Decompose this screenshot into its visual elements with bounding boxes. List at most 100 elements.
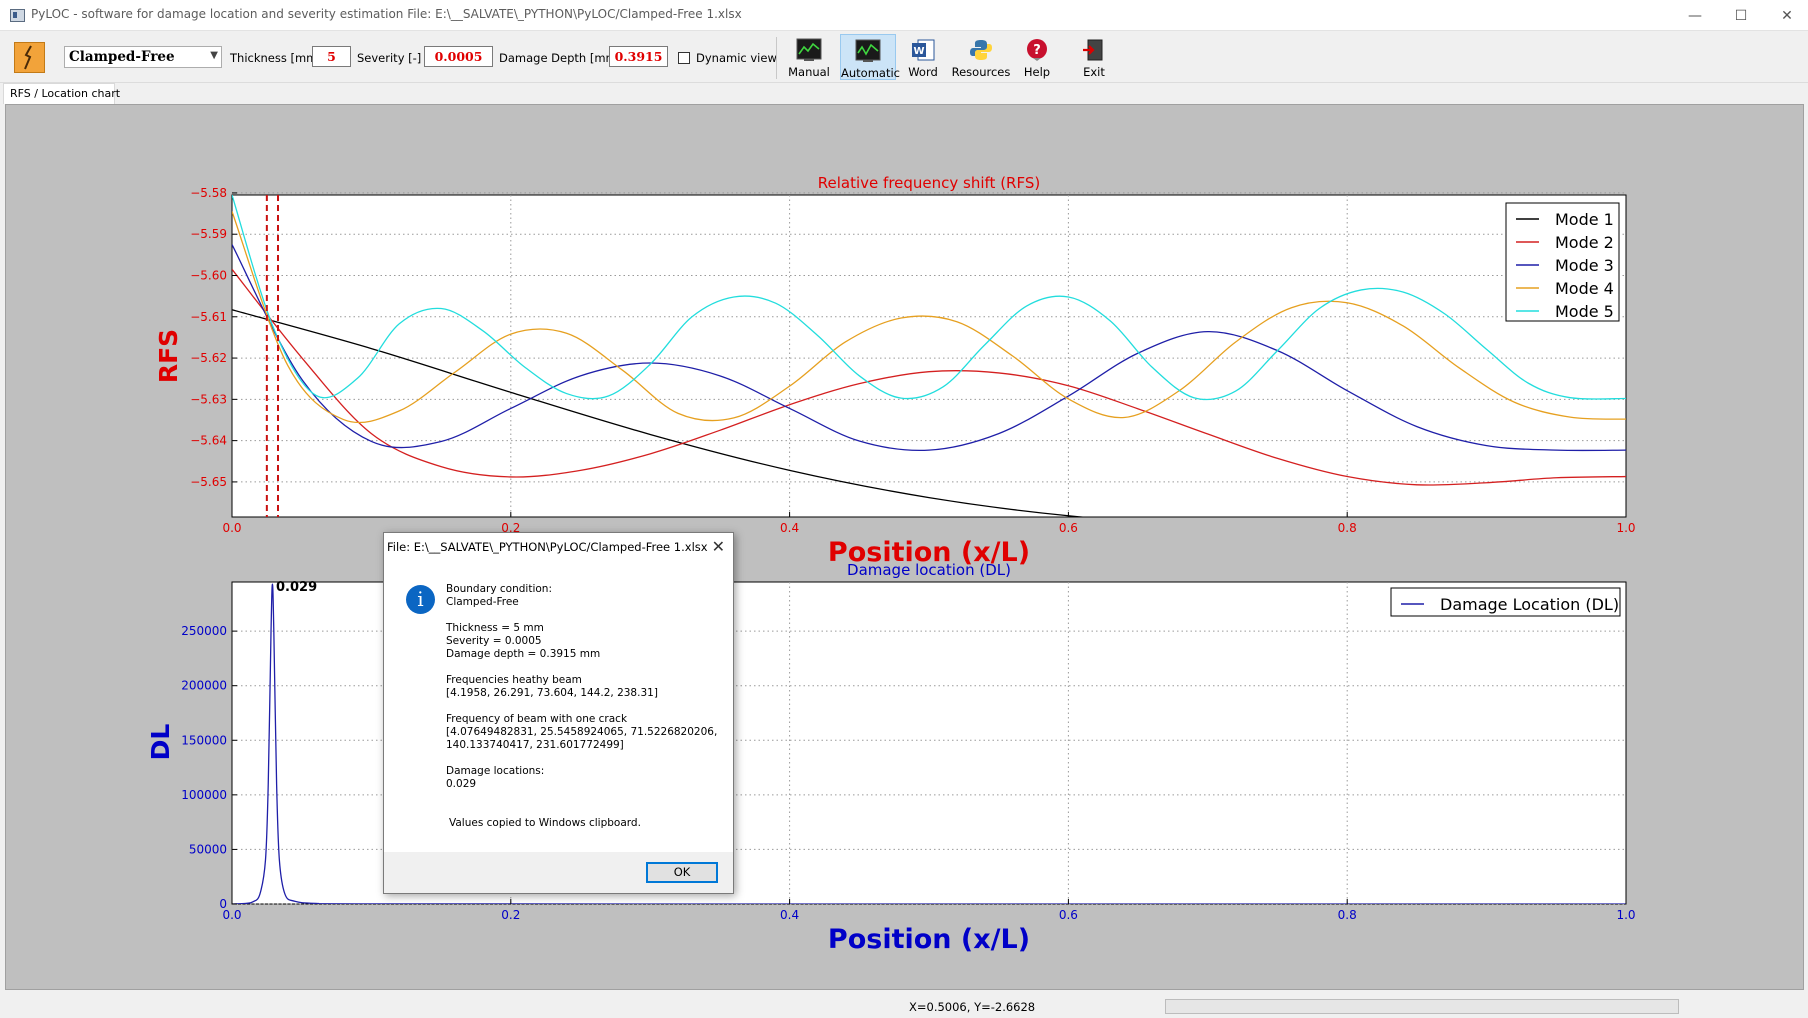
svg-text:W: W bbox=[913, 46, 924, 57]
info-icon: i bbox=[406, 585, 435, 614]
maximize-button[interactable]: ☐ bbox=[1718, 0, 1764, 31]
rfs-legend: Mode 1 Mode 2 Mode 3 Mode 4 Mode 5 bbox=[1505, 202, 1620, 322]
dialog-line: Thickness = 5 mm bbox=[446, 622, 544, 634]
rfs-y-tick-label: −5.63 bbox=[190, 392, 227, 406]
rfs-x-tick-label: 0.0 bbox=[222, 521, 241, 535]
exit-button[interactable]: Exit bbox=[1072, 34, 1116, 80]
rfs-legend-label: Mode 5 bbox=[1555, 302, 1614, 321]
rfs-y-tick-label: −5.59 bbox=[190, 227, 227, 241]
dl-y-tick-label: 50000 bbox=[189, 842, 227, 856]
minimize-button[interactable]: — bbox=[1672, 0, 1718, 31]
automatic-label: Automatic bbox=[841, 66, 900, 80]
dialog-line: Damage depth = 0.3915 mm bbox=[446, 648, 601, 660]
boundary-condition-value: Clamped-Free bbox=[69, 49, 175, 65]
manual-button[interactable]: Manual bbox=[786, 34, 832, 80]
severity-input[interactable]: 0.0005 bbox=[424, 46, 493, 67]
progress-bar bbox=[1165, 999, 1679, 1014]
dl-chart-title: Damage location (DL) bbox=[847, 561, 1011, 579]
dialog-line bbox=[446, 661, 717, 674]
rfs-y-axis-label: RFS bbox=[154, 329, 183, 383]
cursor-coordinates: X=0.5006, Y=-2.6628 bbox=[909, 1000, 1036, 1014]
dialog-line bbox=[446, 700, 717, 713]
resources-label: Resources bbox=[951, 65, 1011, 79]
toolbar: Clamped-Free ▼ Thickness [mm] = 5 Severi… bbox=[0, 31, 1808, 83]
dialog-line: 0.029 bbox=[446, 778, 477, 790]
tab-strip: RFS / Location chart bbox=[0, 83, 1808, 104]
ok-button[interactable]: OK bbox=[646, 862, 718, 883]
dynamic-view-checkbox[interactable] bbox=[678, 52, 690, 64]
dialog-title: File: E:\__SALVATE\_PYTHON\PyLOC/Clamped… bbox=[387, 540, 708, 554]
dialog-line: Frequencies heathy beam bbox=[446, 674, 582, 686]
exit-label: Exit bbox=[1083, 65, 1105, 79]
rfs-legend-label: Mode 2 bbox=[1555, 233, 1614, 252]
automatic-button[interactable]: Automatic bbox=[840, 34, 900, 80]
window-title: PyLOC - software for damage location and… bbox=[31, 7, 742, 21]
plot-canvas[interactable]: 0.0 0.2 0.4 0.6 0.8 1.0 −5.58 −5.59 −5.60 −5.61 −5… bbox=[5, 104, 1804, 990]
boundary-condition-select[interactable]: Clamped-Free ▼ bbox=[64, 46, 222, 68]
title-bar: PyLOC - software for damage location and… bbox=[0, 0, 1808, 31]
dl-x-tick-label: 0.6 bbox=[1059, 908, 1078, 922]
help-label: Help bbox=[1023, 65, 1051, 79]
dialog-line: 140.133740417, 231.601772499] bbox=[446, 739, 624, 751]
rfs-plot-area bbox=[231, 194, 1627, 518]
plot-figure[interactable]: 0.0 0.2 0.4 0.6 0.8 1.0 −5.58 −5.59 −5.60 −5.61 −5… bbox=[6, 105, 1803, 989]
dl-legend-label: Damage Location (DL) bbox=[1440, 595, 1619, 614]
python-icon bbox=[970, 40, 992, 60]
rfs-legend-label: Mode 3 bbox=[1555, 256, 1614, 275]
word-icon: W bbox=[912, 39, 935, 61]
dialog-line: [4.07649482831, 25.5458924065, 71.522682… bbox=[446, 726, 718, 738]
dialog-line: Damage locations: bbox=[446, 765, 545, 777]
dialog-close-button[interactable]: ✕ bbox=[712, 537, 725, 556]
crack-logo-icon bbox=[14, 42, 45, 73]
dialog-line bbox=[446, 752, 717, 765]
rfs-y-tick-label: −5.62 bbox=[190, 351, 227, 365]
dl-legend: Damage Location (DL) bbox=[1390, 587, 1621, 617]
help-button[interactable]: ? Help bbox=[1015, 34, 1059, 80]
dialog-line: [4.1958, 26.291, 73.604, 144.2, 238.31] bbox=[446, 687, 658, 699]
tab-rfs-location-chart[interactable]: RFS / Location chart bbox=[3, 83, 120, 104]
rfs-y-tick-label: −5.61 bbox=[190, 310, 227, 324]
dl-y-tick-label: 100000 bbox=[181, 788, 227, 802]
dl-x-tick-label: 0.2 bbox=[501, 908, 520, 922]
dl-y-tick-label: 150000 bbox=[181, 733, 227, 747]
clipboard-message: Values copied to Windows clipboard. bbox=[449, 817, 641, 829]
exit-door-icon bbox=[1083, 39, 1103, 61]
dynamic-view-label: Dynamic view bbox=[696, 51, 777, 65]
chevron-down-icon: ▼ bbox=[210, 50, 218, 61]
peak-annotation: 0.029 bbox=[276, 580, 317, 595]
dl-x-tick-label: 0.8 bbox=[1338, 908, 1357, 922]
resources-button[interactable]: Resources bbox=[950, 34, 1012, 80]
dialog-message: Boundary condition: Clamped-Free Thickness… bbox=[446, 583, 717, 791]
dialog-line bbox=[446, 609, 717, 622]
rfs-legend-label: Mode 4 bbox=[1555, 279, 1614, 298]
close-button[interactable]: ✕ bbox=[1764, 0, 1808, 31]
word-button[interactable]: W Word bbox=[900, 34, 946, 80]
word-label: Word bbox=[908, 65, 938, 79]
thickness-input[interactable]: 5 bbox=[312, 46, 351, 67]
rfs-x-tick-label: 0.6 bbox=[1059, 521, 1078, 535]
dl-y-axis-label: DL bbox=[146, 724, 175, 761]
dl-y-tick-label: 0 bbox=[219, 897, 227, 911]
dl-x-tick-label: 1.0 bbox=[1616, 908, 1635, 922]
toolbar-separator bbox=[776, 37, 777, 79]
damage-depth-input[interactable]: 0.3915 bbox=[609, 46, 668, 67]
rfs-y-tick-label: −5.65 bbox=[190, 475, 227, 489]
app-icon bbox=[10, 9, 25, 22]
dialog-footer: OK bbox=[384, 852, 733, 893]
rfs-x-tick-label: 1.0 bbox=[1616, 521, 1635, 535]
severity-label: Severity [-] = bbox=[357, 51, 435, 65]
rfs-chart-title: Relative frequency shift (RFS) bbox=[818, 174, 1040, 192]
dialog-line: Frequency of beam with one crack bbox=[446, 713, 628, 725]
dialog-line: Clamped-Free bbox=[446, 596, 519, 608]
rfs-x-tick-label: 0.8 bbox=[1338, 521, 1357, 535]
dialog-line: Boundary condition: bbox=[446, 583, 552, 595]
status-bar: X=0.5006, Y=-2.6628 bbox=[0, 994, 1808, 1018]
chart-icon bbox=[796, 38, 822, 61]
rfs-y-tick-label: −5.64 bbox=[190, 434, 227, 448]
dl-y-tick-label: 250000 bbox=[181, 624, 227, 638]
dl-y-tick-label: 200000 bbox=[181, 679, 227, 693]
info-dialog[interactable]: File: E:\__SALVATE\_PYTHON\PyLOC/Clamped… bbox=[383, 532, 734, 894]
manual-label: Manual bbox=[788, 65, 830, 79]
rfs-x-tick-label: 0.4 bbox=[780, 521, 799, 535]
svg-text:?: ? bbox=[1033, 43, 1041, 58]
